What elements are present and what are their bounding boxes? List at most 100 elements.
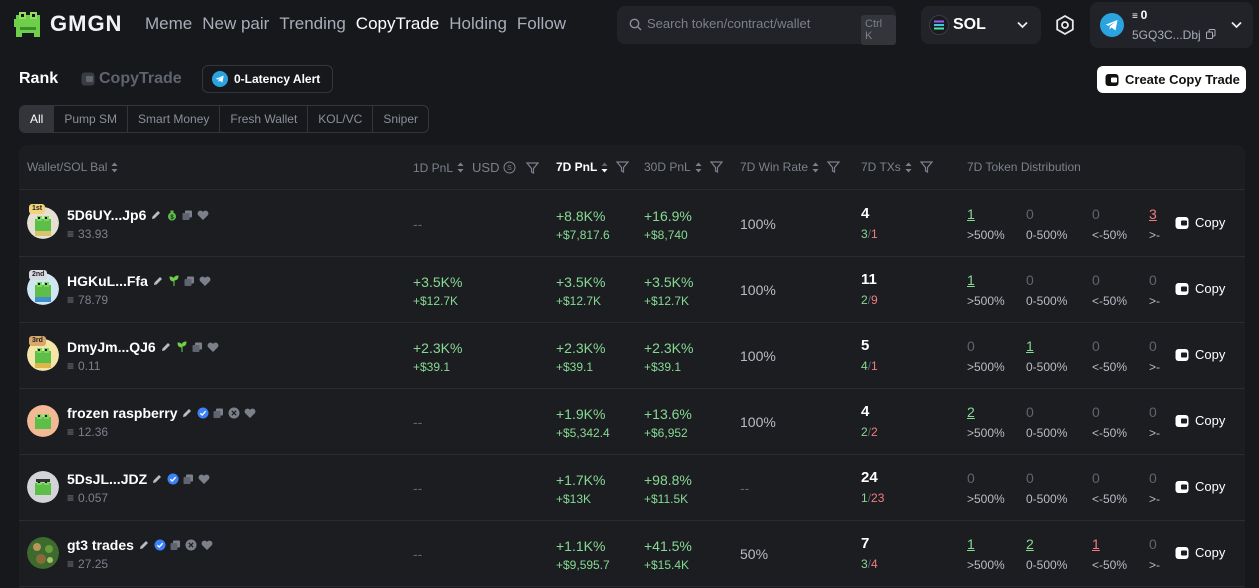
- favorite-heart-icon[interactable]: [197, 210, 209, 221]
- usd-toggle[interactable]: USD: [472, 160, 499, 175]
- copy-icon[interactable]: [184, 276, 195, 287]
- copy-button[interactable]: Copy: [1175, 281, 1225, 296]
- dist-loss: 0: [1149, 470, 1157, 486]
- edit-icon[interactable]: [138, 539, 150, 551]
- search-input[interactable]: [647, 16, 847, 31]
- filter-icon[interactable]: [827, 161, 841, 173]
- sol-balance: ≡ 0.11: [67, 359, 100, 373]
- column-wallet[interactable]: Wallet/SOL Bal: [27, 160, 118, 174]
- wallet-balance-value: 0: [1140, 8, 1148, 22]
- nav-meme[interactable]: Meme: [145, 14, 192, 34]
- settings-button[interactable]: [1052, 12, 1078, 43]
- column-30d-pnl[interactable]: 30D PnL: [644, 160, 723, 174]
- filter-kol-vc[interactable]: KOL/VC: [308, 106, 374, 132]
- filter-icon[interactable]: [709, 161, 723, 173]
- copy-button[interactable]: Copy: [1175, 545, 1225, 560]
- nav-follow[interactable]: Follow: [517, 14, 566, 34]
- dist-label: 0-500%: [1026, 360, 1068, 374]
- copy-icon[interactable]: [170, 540, 181, 551]
- copy-address-icon[interactable]: [1206, 29, 1216, 39]
- filter-all[interactable]: All: [20, 106, 55, 132]
- favorite-heart-icon[interactable]: [244, 408, 256, 419]
- txs-buy-sell: 1/23: [861, 491, 885, 505]
- currency-switch-icon[interactable]: S: [503, 161, 516, 174]
- txs-total: 7: [861, 535, 870, 552]
- wallet-name[interactable]: 5DsJL...JDZ: [67, 471, 210, 487]
- filter-icon[interactable]: [919, 161, 933, 173]
- column-1d-pnl[interactable]: 1D PnL USD S: [413, 160, 540, 175]
- dist-0-500[interactable]: 2: [1026, 536, 1034, 552]
- pnl-30d-percent: +13.6%: [644, 406, 692, 422]
- edit-icon[interactable]: [151, 473, 163, 485]
- dist-label: 0-500%: [1026, 558, 1068, 572]
- pnl-30d-usd: +$6,952: [644, 426, 688, 440]
- txs-buy-sell: 2/2: [861, 425, 878, 439]
- copy-icon[interactable]: [213, 408, 224, 419]
- txs-sell: 4: [871, 557, 878, 571]
- filter-sniper[interactable]: Sniper: [373, 106, 428, 132]
- filter-smart-money[interactable]: Smart Money: [128, 106, 221, 132]
- wallet-name[interactable]: HGKuL...Ffa: [67, 273, 211, 289]
- pnl-1d-usd: +$12.7K: [413, 294, 459, 308]
- column-7d-txs[interactable]: 7D TXs: [861, 160, 933, 174]
- wallet-name[interactable]: gt3 trades: [67, 537, 213, 553]
- edit-icon[interactable]: [160, 341, 172, 353]
- nav-copytrade[interactable]: CopyTrade: [356, 14, 439, 34]
- txs-buy-sell: 3/1: [861, 227, 878, 241]
- gmgn-logo[interactable]: GMGN: [12, 9, 122, 39]
- copy-icon[interactable]: [192, 342, 203, 353]
- wallet-button[interactable]: ≡ 0 5GQ3C...Dbj: [1090, 2, 1253, 48]
- chain-selector[interactable]: SOL: [921, 6, 1041, 44]
- search-box[interactable]: Ctrl K: [617, 6, 896, 45]
- top-navigation-bar: GMGN Meme New pair Trending CopyTrade Ho…: [0, 0, 1259, 50]
- copy-icon[interactable]: [182, 210, 193, 221]
- favorite-heart-icon[interactable]: [199, 276, 211, 287]
- nav-trending[interactable]: Trending: [279, 14, 345, 34]
- favorite-heart-icon[interactable]: [201, 540, 213, 551]
- edit-icon[interactable]: [181, 407, 193, 419]
- filter-pump-sm[interactable]: Pump SM: [54, 106, 129, 132]
- copy-button[interactable]: Copy: [1175, 215, 1225, 230]
- wallet-address-text: 5GQ3C...Dbj: [1132, 28, 1201, 42]
- column-7d-win-rate[interactable]: 7D Win Rate: [740, 160, 841, 174]
- copy-icon[interactable]: [183, 474, 194, 485]
- table-row[interactable]: 3rd DmyJm...QJ6 ≡ 0.11 +2.3K% +$39.1 +2.3…: [19, 323, 1245, 389]
- filter-icon[interactable]: [526, 161, 540, 174]
- sub-header: Rank CopyTrade 0-Latency Alert Create Co…: [0, 62, 1259, 96]
- copy-button[interactable]: Copy: [1175, 479, 1225, 494]
- copy-button[interactable]: Copy: [1175, 347, 1225, 362]
- dist-gt500[interactable]: 2: [967, 404, 975, 420]
- table-row[interactable]: 1st 5D6UY...Jp6 $ ≡ 33.93 -- +8.8K% +$7,8…: [19, 191, 1245, 257]
- chain-label: SOL: [953, 16, 986, 33]
- wallet-name[interactable]: 5D6UY...Jp6 $: [67, 207, 209, 223]
- dist-gt500[interactable]: 1: [967, 536, 975, 552]
- dist-lt-neg50[interactable]: 1: [1092, 536, 1100, 552]
- create-copy-trade-button[interactable]: Create Copy Trade: [1097, 66, 1246, 93]
- pnl-1d-empty: --: [413, 480, 423, 496]
- copy-button[interactable]: Copy: [1175, 413, 1225, 428]
- table-row[interactable]: gt3 trades ≡ 27.25 -- +1.1K% +$9,595.7 +4…: [19, 521, 1245, 587]
- wallet-name[interactable]: DmyJm...QJ6: [67, 339, 219, 355]
- dist-loss[interactable]: 3: [1149, 206, 1157, 222]
- dist-gt500[interactable]: 1: [967, 272, 975, 288]
- wallet-filter-tabs: All Pump SM Smart Money Fresh Wallet KOL…: [19, 105, 429, 133]
- filter-icon[interactable]: [616, 161, 630, 173]
- dist-0-500[interactable]: 1: [1026, 338, 1034, 354]
- wallet-name[interactable]: frozen raspberry: [67, 405, 256, 421]
- x-twitter-icon[interactable]: [228, 407, 240, 419]
- edit-icon[interactable]: [150, 209, 162, 221]
- edit-icon[interactable]: [152, 275, 164, 287]
- dist-gt500[interactable]: 1: [967, 206, 975, 222]
- table-row[interactable]: frozen raspberry ≡ 12.36 -- +1.9K% +$5,34…: [19, 389, 1245, 455]
- favorite-heart-icon[interactable]: [207, 342, 219, 353]
- filter-fresh-wallet[interactable]: Fresh Wallet: [220, 106, 309, 132]
- nav-holding[interactable]: Holding: [449, 14, 507, 34]
- table-row[interactable]: 2nd HGKuL...Ffa ≡ 78.79 +3.5K% +$12.7K +3…: [19, 257, 1245, 323]
- dist-label: >-: [1149, 426, 1161, 440]
- column-7d-pnl[interactable]: 7D PnL: [556, 160, 630, 174]
- nav-new-pair[interactable]: New pair: [202, 14, 269, 34]
- latency-alert-button[interactable]: 0-Latency Alert: [202, 65, 333, 93]
- favorite-heart-icon[interactable]: [198, 474, 210, 485]
- x-twitter-icon[interactable]: [185, 539, 197, 551]
- table-row[interactable]: 5DsJL...JDZ ≡ 0.057 -- +1.7K% +$13K +98.8…: [19, 455, 1245, 521]
